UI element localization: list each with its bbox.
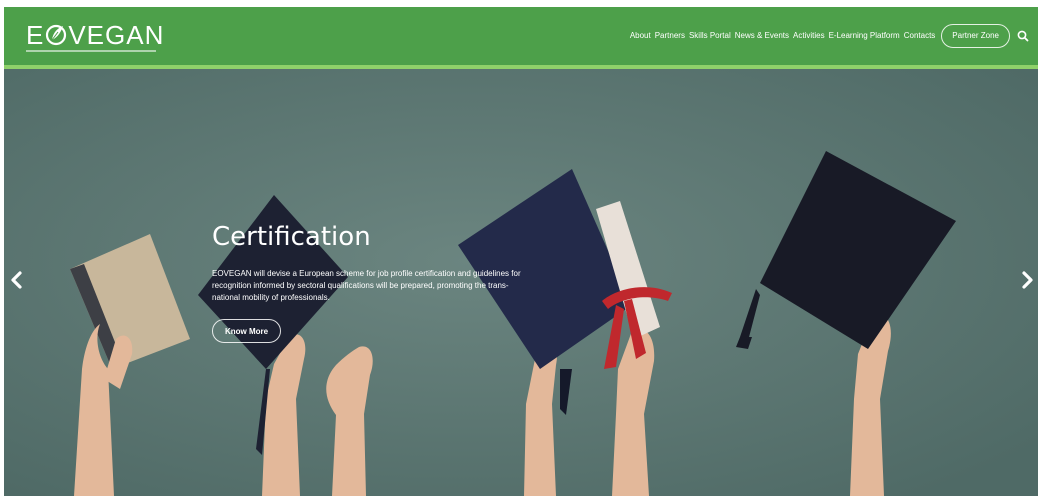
page: E VEGAN About Partners Skills Portal New… [0, 0, 1038, 496]
logo-underline [26, 50, 156, 52]
chevron-left-icon[interactable] [8, 269, 26, 291]
leaf-icon [46, 24, 67, 46]
search-icon[interactable] [1016, 29, 1030, 43]
site-header: E VEGAN About Partners Skills Portal New… [4, 7, 1038, 69]
chevron-right-icon[interactable] [1018, 269, 1036, 291]
slide-description: EOVEGAN will devise a European scheme fo… [212, 269, 521, 302]
nav-skills-portal[interactable]: Skills Portal [689, 23, 731, 49]
logo-letter-e: E [26, 20, 45, 50]
nav-e-learning-platform[interactable]: E-Learning Platform [829, 23, 900, 49]
nav-partners[interactable]: Partners [655, 23, 685, 49]
nav-activities[interactable]: Activities [793, 23, 825, 49]
know-more-button[interactable]: Know More [212, 319, 282, 343]
hero-slider: Certification EOVEGAN will devise a Euro… [4, 69, 1038, 496]
logo-wordmark: VEGAN [68, 20, 165, 50]
slide-title: Certification [212, 222, 371, 252]
partner-zone-button[interactable]: Partner Zone [941, 24, 1010, 48]
main-nav: About Partners Skills Portal News & Even… [626, 23, 1030, 49]
nav-contacts[interactable]: Contacts [904, 23, 936, 49]
nav-about[interactable]: About [630, 23, 651, 49]
nav-news-events[interactable]: News & Events [735, 23, 789, 49]
eovegan-logo[interactable]: E VEGAN [26, 20, 164, 54]
